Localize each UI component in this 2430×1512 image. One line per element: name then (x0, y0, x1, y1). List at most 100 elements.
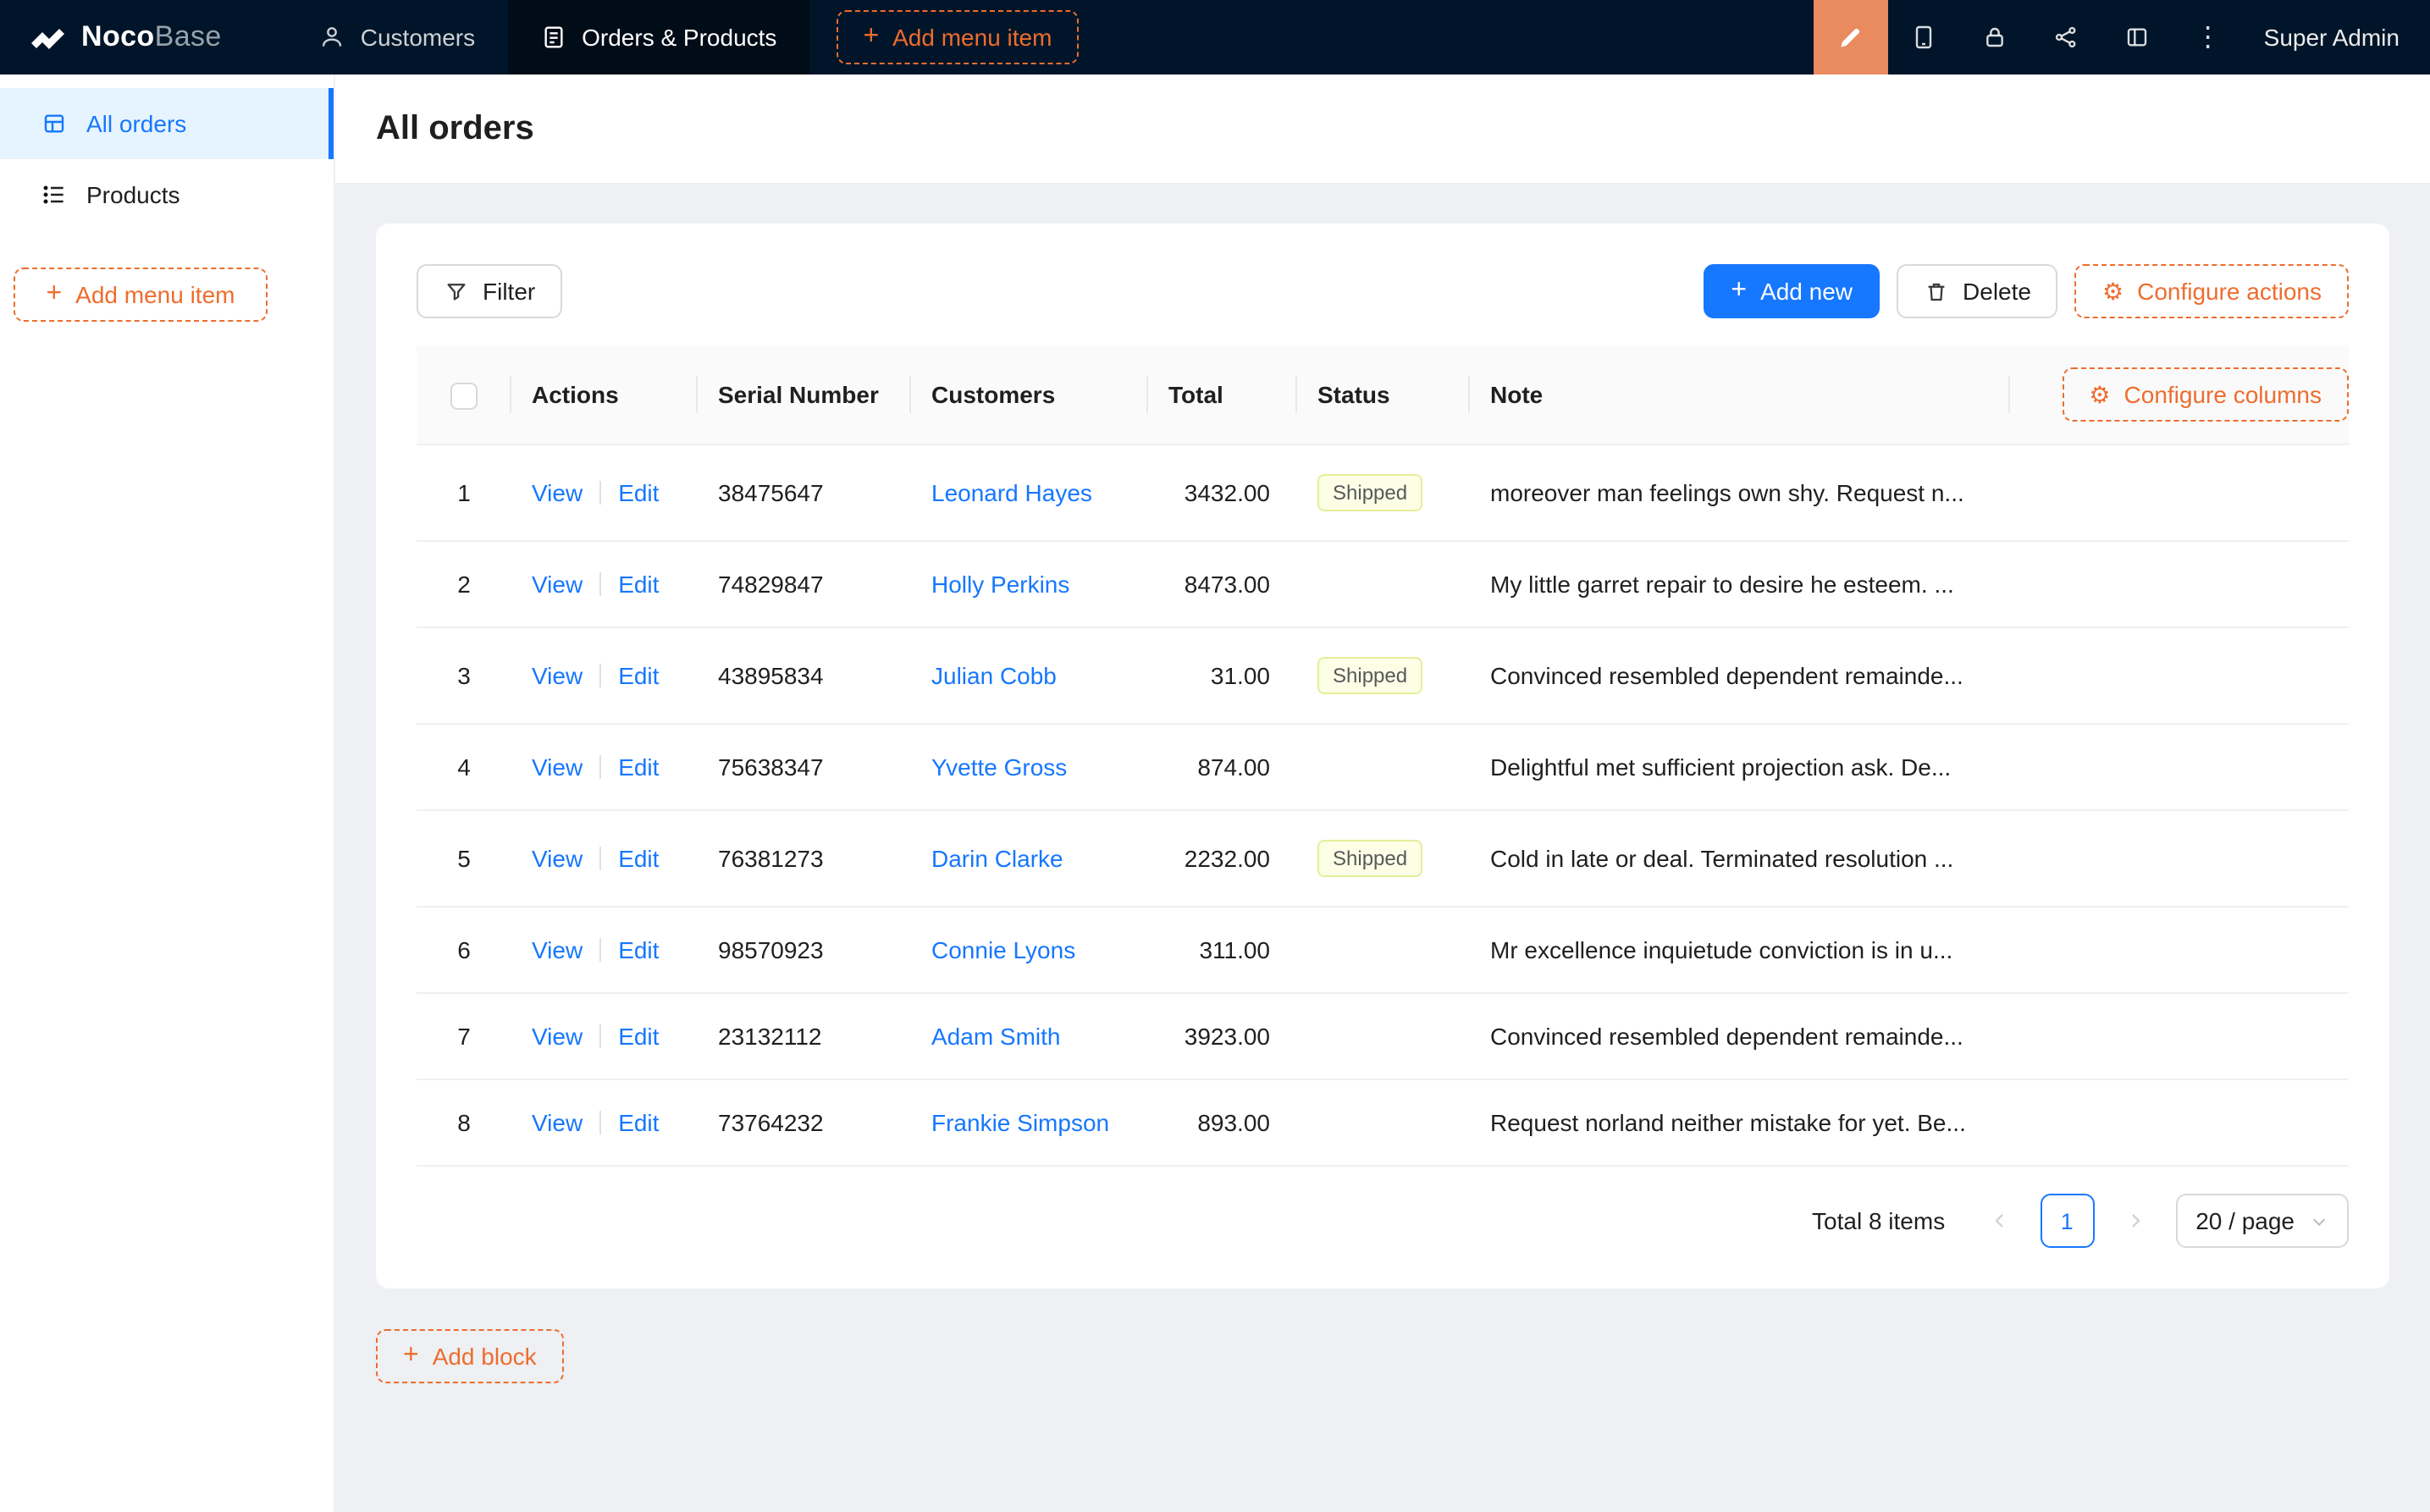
note-cell: Request norland neither mistake for yet.… (1470, 1079, 2010, 1166)
mobile-icon (1910, 24, 1937, 51)
edit-link[interactable]: Edit (618, 479, 659, 506)
row-index: 8 (417, 1079, 511, 1166)
total-cell: 311.00 (1148, 907, 1297, 993)
view-link[interactable]: View (532, 571, 583, 598)
plus-icon: + (1731, 278, 1747, 305)
page-1-button[interactable]: 1 (2040, 1194, 2094, 1248)
filter-button[interactable]: Filter (417, 264, 562, 318)
view-link[interactable]: View (532, 1109, 583, 1136)
delete-button[interactable]: Delete (1897, 264, 2058, 318)
layout-icon (2123, 24, 2151, 51)
customer-link[interactable]: Holly Perkins (931, 571, 1069, 598)
edit-link[interactable]: Edit (618, 1109, 659, 1136)
customer-link[interactable]: Leonard Hayes (931, 479, 1092, 506)
sidebar-item-label: All orders (86, 110, 186, 137)
prev-page-button[interactable] (1972, 1194, 2026, 1248)
nocobase-logo[interactable]: NocoBase (0, 0, 262, 74)
share-icon (2052, 24, 2079, 51)
add-new-button[interactable]: + Add new (1704, 264, 1880, 318)
nav-tab-orders-products[interactable]: Orders & Products (507, 0, 809, 74)
view-link[interactable]: View (532, 936, 583, 963)
chevron-down-icon (2310, 1211, 2328, 1230)
status-cell (1297, 993, 1470, 1079)
add-new-label: Add new (1760, 278, 1853, 305)
configure-actions-button[interactable]: ⚙ Configure actions (2075, 264, 2349, 318)
nav-tab-customers[interactable]: Customers (286, 0, 507, 74)
row-actions: View Edit (511, 1079, 698, 1166)
row-index: 2 (417, 541, 511, 627)
row-actions: View Edit (511, 993, 698, 1079)
customer-link[interactable]: Connie Lyons (931, 936, 1075, 963)
table-header-row: Actions Serial Number Customers Total St… (417, 345, 2349, 444)
layout-toggle-button[interactable] (2101, 0, 2173, 74)
serial-number-cell: 73764232 (698, 1079, 911, 1166)
customer-link[interactable]: Frankie Simpson (931, 1109, 1109, 1136)
edit-link[interactable]: Edit (618, 571, 659, 598)
sidebar-item-all-orders[interactable]: All orders (0, 88, 334, 159)
next-page-button[interactable] (2107, 1194, 2162, 1248)
orders-card: Filter + Add new Delete (376, 223, 2389, 1289)
view-link[interactable]: View (532, 753, 583, 781)
row-actions: View Edit (511, 810, 698, 907)
add-menu-item-label: Add menu item (75, 281, 235, 308)
api-share-button[interactable] (2030, 0, 2101, 74)
add-menu-item-button-top[interactable]: + Add menu item (836, 10, 1079, 64)
customers-icon (318, 24, 345, 51)
table-row: 7ViewEdit23132112Adam Smith3923.00Convin… (417, 993, 2349, 1079)
serial-number-cell: 38475647 (698, 444, 911, 541)
page-header: All orders (335, 74, 2430, 183)
navbar-left: NocoBase Customers Orders & Products + (0, 0, 1079, 74)
view-link[interactable]: View (532, 479, 583, 506)
mobile-preview-button[interactable] (1888, 0, 1959, 74)
configure-columns-button[interactable]: ⚙ Configure columns (2062, 367, 2349, 422)
ui-editor-button[interactable] (1814, 0, 1888, 74)
status-cell (1297, 541, 1470, 627)
view-link[interactable]: View (532, 845, 583, 872)
edit-link[interactable]: Edit (618, 753, 659, 781)
page-size-value: 20 / page (2195, 1207, 2295, 1234)
filter-icon (444, 279, 469, 304)
note-cell: Delightful met sufficient projection ask… (1470, 724, 2010, 810)
configure-actions-label: Configure actions (2137, 278, 2322, 305)
edit-link[interactable]: Edit (618, 662, 659, 689)
edit-link[interactable]: Edit (618, 845, 659, 872)
divider (599, 664, 601, 687)
spacer-cell (2010, 541, 2349, 627)
trash-icon (1924, 279, 1949, 304)
add-menu-item-button-sidebar[interactable]: + Add menu item (14, 268, 268, 322)
customer-link[interactable]: Adam Smith (931, 1023, 1061, 1050)
orders-table-icon (41, 110, 68, 137)
plus-icon: + (863, 24, 879, 51)
total-cell: 8473.00 (1148, 541, 1297, 627)
status-cell (1297, 907, 1470, 993)
customer-cell: Leonard Hayes (911, 444, 1148, 541)
customer-link[interactable]: Julian Cobb (931, 662, 1057, 689)
divider (599, 572, 601, 596)
customer-link[interactable]: Yvette Gross (931, 753, 1067, 781)
total-cell: 3923.00 (1148, 993, 1297, 1079)
edit-link[interactable]: Edit (618, 1023, 659, 1050)
row-index: 5 (417, 810, 511, 907)
serial-number-cell: 23132112 (698, 993, 911, 1079)
edit-link[interactable]: Edit (618, 936, 659, 963)
gear-icon: ⚙ (2089, 383, 2110, 406)
ellipsis-icon: ⋮ (2195, 20, 2222, 54)
note-cell: moreover man feelings own shy. Request n… (1470, 444, 2010, 541)
divider (599, 1024, 601, 1048)
more-menu-button[interactable]: ⋮ (2173, 0, 2244, 74)
customer-link[interactable]: Darin Clarke (931, 845, 1063, 872)
add-block-button[interactable]: + Add block (376, 1329, 564, 1383)
view-link[interactable]: View (532, 662, 583, 689)
table-row: 1ViewEdit38475647Leonard Hayes3432.00Shi… (417, 444, 2349, 541)
note-cell: Convinced resembled dependent remainde..… (1470, 993, 2010, 1079)
row-index: 1 (417, 444, 511, 541)
sidebar-item-products[interactable]: Products (0, 159, 334, 230)
row-actions: View Edit (511, 724, 698, 810)
status-badge: Shipped (1317, 840, 1422, 877)
divider (599, 481, 601, 505)
page-size-select[interactable]: 20 / page (2175, 1194, 2349, 1248)
user-menu[interactable]: Super Admin (2244, 24, 2430, 51)
select-all-checkbox[interactable] (450, 382, 478, 409)
view-link[interactable]: View (532, 1023, 583, 1050)
auth-lock-button[interactable] (1959, 0, 2030, 74)
